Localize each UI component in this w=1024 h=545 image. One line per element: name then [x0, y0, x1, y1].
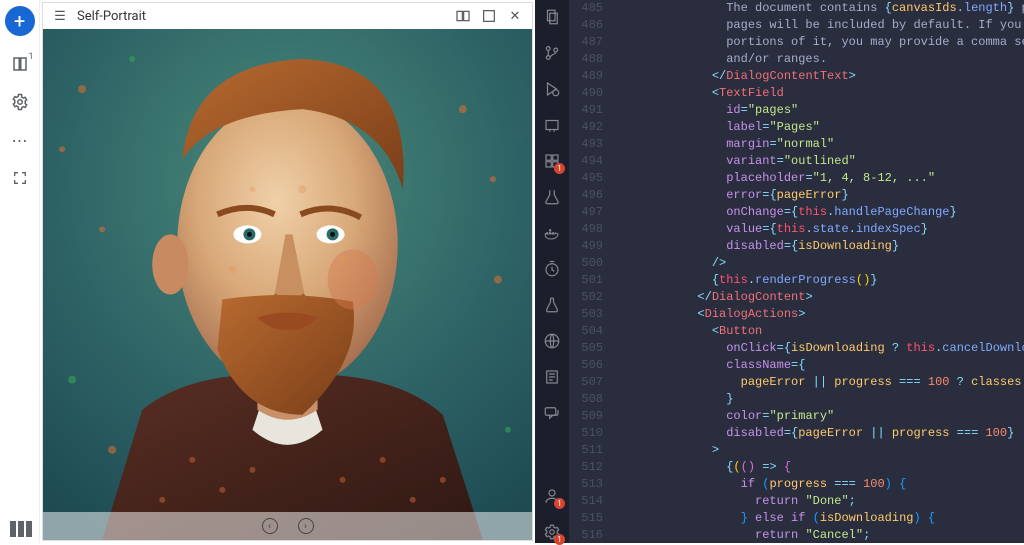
- globe-icon[interactable]: [541, 330, 563, 352]
- code-line[interactable]: if (progress === 100) {: [611, 476, 1024, 493]
- remote-icon[interactable]: [541, 114, 563, 136]
- beaker-icon[interactable]: [541, 186, 563, 208]
- code-line[interactable]: margin="normal": [611, 136, 1024, 153]
- expand-icon[interactable]: [480, 7, 498, 25]
- account-icon[interactable]: 1: [541, 485, 563, 507]
- code-line[interactable]: variant="outlined": [611, 153, 1024, 170]
- portrait-image: [43, 29, 532, 540]
- account-badge: 1: [554, 498, 565, 509]
- code-line[interactable]: portions of it, you may provide a comma …: [611, 34, 1024, 51]
- code-line[interactable]: {(() => {: [611, 459, 1024, 476]
- image-viewer-pane: ☰ Self-Portrait ✕: [42, 2, 533, 541]
- fullscreen-icon[interactable]: [10, 168, 30, 188]
- code-line[interactable]: className={: [611, 357, 1024, 374]
- code-line[interactable]: }: [611, 391, 1024, 408]
- code-line[interactable]: pages will be included by default. If yo…: [611, 17, 1024, 34]
- more-icon[interactable]: ⋯: [10, 130, 30, 150]
- code-line[interactable]: </DialogContentText>: [611, 68, 1024, 85]
- docker-icon[interactable]: [541, 222, 563, 244]
- code-line[interactable]: value={this.state.indexSpec}: [611, 221, 1024, 238]
- columns-icon[interactable]: [10, 521, 32, 537]
- plus-fab[interactable]: +: [5, 6, 35, 36]
- code-line[interactable]: <Button: [611, 323, 1024, 340]
- close-icon[interactable]: ✕: [506, 7, 524, 25]
- code-line[interactable]: placeholder="1, 4, 8-12, ...": [611, 170, 1024, 187]
- code-line[interactable]: onChange={this.handlePageChange}: [611, 204, 1024, 221]
- code-line[interactable]: The document contains {canvasIds.length}…: [611, 0, 1024, 17]
- viewer-left-sidebar: + 1 ⋯: [0, 0, 40, 543]
- settings-gear-icon[interactable]: 1: [541, 521, 563, 543]
- code-line[interactable]: } else if (isDownloading) {: [611, 510, 1024, 527]
- next-icon[interactable]: ›: [298, 518, 314, 534]
- branch-icon[interactable]: [541, 42, 563, 64]
- code-line[interactable]: </DialogContent>: [611, 289, 1024, 306]
- extensions-icon[interactable]: 1: [541, 150, 563, 172]
- book-badge: 1: [28, 52, 33, 62]
- code-line[interactable]: <TextField: [611, 85, 1024, 102]
- code-line[interactable]: error={pageError}: [611, 187, 1024, 204]
- code-line[interactable]: return "Cancel";: [611, 527, 1024, 543]
- code-line[interactable]: disabled={pageError || progress === 100}: [611, 425, 1024, 442]
- code-line[interactable]: id="pages": [611, 102, 1024, 119]
- code-content[interactable]: The document contains {canvasIds.length}…: [611, 0, 1024, 543]
- code-line[interactable]: color="primary": [611, 408, 1024, 425]
- viewer-canvas[interactable]: ‹ ›: [43, 29, 532, 540]
- debug-play-icon[interactable]: [541, 78, 563, 100]
- flask-icon[interactable]: [541, 294, 563, 316]
- note-icon[interactable]: [541, 366, 563, 388]
- gear-icon[interactable]: [10, 92, 30, 112]
- code-line[interactable]: onClick={isDownloading ? this.cancelDown…: [611, 340, 1024, 357]
- code-line[interactable]: pageError || progress === 100 ? classes.…: [611, 374, 1024, 391]
- code-line[interactable]: and/or ranges.: [611, 51, 1024, 68]
- viewer-controls: ‹ ›: [43, 512, 532, 540]
- code-line[interactable]: return "Done";: [611, 493, 1024, 510]
- code-line[interactable]: {this.renderProgress()}: [611, 272, 1024, 289]
- code-line[interactable]: >: [611, 442, 1024, 459]
- line-gutter: 4854864874884894904914924934944954964974…: [569, 0, 611, 543]
- code-line[interactable]: <DialogActions>: [611, 306, 1024, 323]
- settings-badge: 1: [554, 534, 565, 545]
- menu-icon[interactable]: ☰: [51, 7, 69, 25]
- timer-icon[interactable]: [541, 258, 563, 280]
- extensions-badge: 1: [554, 163, 565, 174]
- two-page-icon[interactable]: [454, 7, 472, 25]
- book-icon[interactable]: 1: [10, 54, 30, 74]
- vscode-activity-bar: 1 1 1: [535, 0, 569, 543]
- code-editor[interactable]: 4854864874884894904914924934944954964974…: [569, 0, 1024, 543]
- viewer-title: Self-Portrait: [77, 9, 446, 24]
- code-line[interactable]: disabled={isDownloading}: [611, 238, 1024, 255]
- feedback-icon[interactable]: [541, 402, 563, 424]
- code-line[interactable]: />: [611, 255, 1024, 272]
- prev-icon[interactable]: ‹: [262, 518, 278, 534]
- viewer-header: ☰ Self-Portrait ✕: [43, 3, 532, 29]
- files-icon[interactable]: [541, 6, 563, 28]
- code-line[interactable]: label="Pages": [611, 119, 1024, 136]
